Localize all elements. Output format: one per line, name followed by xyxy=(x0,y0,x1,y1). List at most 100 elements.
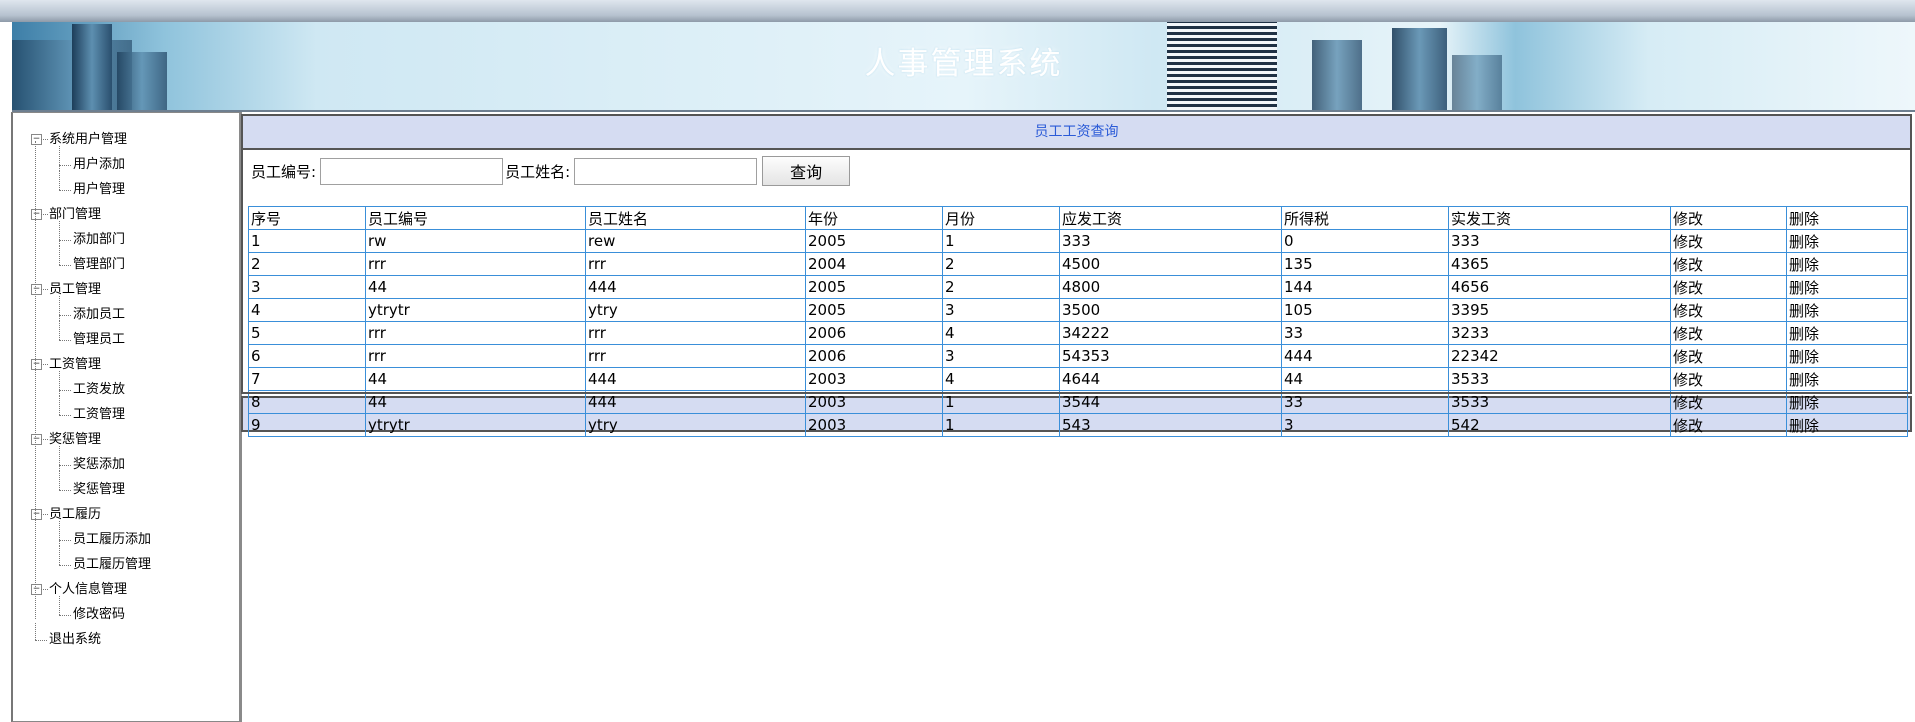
menu-group-label[interactable]: 个人信息管理 xyxy=(49,582,127,597)
table-cell: 3395 xyxy=(1448,298,1671,322)
table-wrapper: 序号 员工编号 员工姓名 年份 月份 应发工资 所得税 实发工资 修改 删除 1 rw rew 2005… xyxy=(248,206,1908,437)
table-cell: 4500 xyxy=(1059,252,1282,276)
tree-connector xyxy=(59,265,71,266)
menu-item-label[interactable]: 添加员工 xyxy=(73,307,125,322)
exit-system-label[interactable]: 退出系统 xyxy=(49,632,101,647)
edit-link[interactable]: 修改 xyxy=(1670,344,1787,368)
tree-connector xyxy=(59,465,71,466)
menu-item[interactable]: 管理部门 xyxy=(31,246,151,277)
exit-system-item[interactable]: 退出系统 xyxy=(31,623,151,652)
delete-link[interactable]: 删除 xyxy=(1786,344,1908,368)
column-header: 应发工资 xyxy=(1059,206,1282,230)
column-header: 年份 xyxy=(805,206,943,230)
table-cell: rrr xyxy=(365,344,586,368)
column-header: 员工姓名 xyxy=(585,206,806,230)
tree-trunk-line xyxy=(35,141,36,619)
edit-link[interactable]: 修改 xyxy=(1670,413,1787,437)
table-row: 2 rrr rrr 2004 2 4500 135 4365 修改 删除 xyxy=(248,252,1908,276)
menu-item-label[interactable]: 员工履历管理 xyxy=(73,557,151,572)
employee-name-input[interactable] xyxy=(574,157,758,185)
menu-group-0[interactable]: − 系统用户管理 xyxy=(31,127,151,152)
tree-connector xyxy=(59,240,71,241)
edit-link[interactable]: 修改 xyxy=(1670,275,1787,299)
table-cell: ytrytr xyxy=(365,298,586,322)
table-row: 1 rw rew 2005 1 333 0 333 修改 删除 xyxy=(248,229,1908,253)
tree-connector xyxy=(41,514,48,515)
menu-group-label[interactable]: 员工履历 xyxy=(49,507,101,522)
table-cell: 542 xyxy=(1448,413,1671,437)
menu-group-6[interactable]: − 个人信息管理 xyxy=(31,577,151,602)
menu-group-1[interactable]: − 部门管理 xyxy=(31,202,151,227)
edit-link[interactable]: 修改 xyxy=(1670,229,1787,253)
column-header: 月份 xyxy=(942,206,1060,230)
table-row: 4 ytrytr ytry 2005 3 3500 105 3395 修改 删除 xyxy=(248,298,1908,322)
tree-connector xyxy=(41,589,48,590)
menu-item[interactable]: 工资发放 xyxy=(31,371,151,402)
menu-group-label[interactable]: 系统用户管理 xyxy=(49,132,127,147)
menu-item-label[interactable]: 工资发放 xyxy=(73,382,125,397)
menu-item-label[interactable]: 添加部门 xyxy=(73,232,125,247)
menu-group-3[interactable]: − 工资管理 xyxy=(31,352,151,377)
table-cell: rew xyxy=(585,229,806,253)
delete-link[interactable]: 删除 xyxy=(1786,321,1908,345)
menu-item[interactable]: 修改密码 xyxy=(31,596,151,627)
menu-item[interactable]: 员工履历添加 xyxy=(31,521,151,552)
menu-item[interactable]: 奖惩管理 xyxy=(31,471,151,502)
menu-item-label[interactable]: 管理员工 xyxy=(73,332,125,347)
menu-item[interactable]: 员工履历管理 xyxy=(31,546,151,577)
tree-connector xyxy=(59,390,71,391)
delete-link[interactable]: 删除 xyxy=(1786,252,1908,276)
tree-connector xyxy=(59,321,60,340)
delete-link[interactable]: 删除 xyxy=(1786,413,1908,437)
menu-item[interactable]: 用户管理 xyxy=(31,171,151,202)
menu-item-label[interactable]: 员工履历添加 xyxy=(73,532,151,547)
menu-group-2[interactable]: − 员工管理 xyxy=(31,277,151,302)
table-cell: 2 xyxy=(248,252,366,276)
menu-group-label[interactable]: 奖惩管理 xyxy=(49,432,101,447)
main-content: 员工工资查询 员工编号: 员工姓名: 查询 序号 员工编号 员工姓名 年份 月份 应发工资… xyxy=(241,114,1912,437)
delete-link[interactable]: 删除 xyxy=(1786,229,1908,253)
employee-id-input[interactable] xyxy=(320,157,504,185)
menu-item[interactable]: 奖惩添加 xyxy=(31,446,151,477)
edit-link[interactable]: 修改 xyxy=(1670,321,1787,345)
menu-item-label[interactable]: 修改密码 xyxy=(73,607,125,622)
menu-item[interactable]: 工资管理 xyxy=(31,396,151,427)
menu-group-4[interactable]: − 奖惩管理 xyxy=(31,427,151,452)
table-cell: ytry xyxy=(585,413,806,437)
tree-connector xyxy=(41,439,48,440)
menu-item-label[interactable]: 用户管理 xyxy=(73,182,125,197)
delete-link[interactable]: 删除 xyxy=(1786,298,1908,322)
tree-connector xyxy=(59,446,60,471)
table-cell: 3 xyxy=(942,298,1060,322)
table-cell: 2 xyxy=(942,252,1060,276)
table-row: 6 rrr rrr 2006 3 54353 444 22342 修改 删除 xyxy=(248,344,1908,368)
menu-item-label[interactable]: 奖惩添加 xyxy=(73,457,125,472)
menu-item[interactable]: 添加部门 xyxy=(31,221,151,252)
delete-link[interactable]: 删除 xyxy=(1786,275,1908,299)
menu-item[interactable]: 添加员工 xyxy=(31,296,151,327)
menu-item[interactable]: 管理员工 xyxy=(31,321,151,352)
menu-item-label[interactable]: 管理部门 xyxy=(73,257,125,272)
table-cell: 105 xyxy=(1281,298,1449,322)
menu-group-label[interactable]: 部门管理 xyxy=(49,207,101,222)
tree-connector xyxy=(59,315,71,316)
menu-item-label[interactable]: 奖惩管理 xyxy=(73,482,125,497)
menu-group-label[interactable]: 员工管理 xyxy=(49,282,101,297)
top-bar xyxy=(0,0,1915,22)
table-cell: 2005 xyxy=(805,229,943,253)
table-cell: 3 xyxy=(248,275,366,299)
menu-item[interactable]: 用户添加 xyxy=(31,146,151,177)
table-cell: 33 xyxy=(1281,321,1449,345)
tree-connector xyxy=(59,615,71,616)
menu-group-label[interactable]: 工资管理 xyxy=(49,357,101,372)
tree-connector xyxy=(35,640,47,641)
menu-item-label[interactable]: 用户添加 xyxy=(73,157,125,172)
tree-connector xyxy=(59,540,71,541)
edit-link[interactable]: 修改 xyxy=(1670,252,1787,276)
edit-link[interactable]: 修改 xyxy=(1670,298,1787,322)
menu-group-5[interactable]: − 员工履历 xyxy=(31,502,151,527)
tree-connector xyxy=(59,371,60,396)
menu-item-label[interactable]: 工资管理 xyxy=(73,407,125,422)
table-body: 1 rw rew 2005 1 333 0 333 修改 删除 2 rrr rrr 2004 2 4500 13… xyxy=(248,229,1908,437)
query-button[interactable]: 查询 xyxy=(762,156,851,186)
